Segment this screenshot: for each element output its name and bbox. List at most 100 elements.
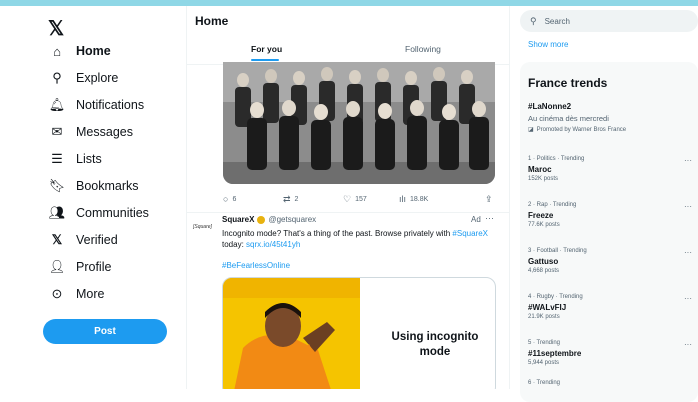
nav-label-home: Home <box>76 44 111 58</box>
trend-item[interactable]: 5 · Trending #11septembre 5,944 posts ··… <box>528 340 694 366</box>
reply-count: 6 <box>232 195 237 203</box>
nav-item-verified[interactable]: 𝕏 Verified <box>48 229 118 251</box>
nav-item-notifications[interactable]: 🔔︎ Notifications <box>48 94 144 116</box>
post-button[interactable]: Post <box>43 319 167 344</box>
views-button[interactable]: ılı 18.8K <box>399 194 428 204</box>
nav-item-messages[interactable]: ✉ Messages <box>48 121 133 143</box>
view-count: 18.8K <box>410 195 429 203</box>
nav-label-profile: Profile <box>76 260 112 274</box>
x-logo-icon[interactable]: 𝕏 <box>48 16 64 41</box>
author-name[interactable]: SquareX <box>222 215 254 224</box>
verified-badge-icon <box>257 215 266 224</box>
bell-icon: 🔔︎ <box>48 97 66 112</box>
trend-name: Gattuso <box>528 257 559 266</box>
page-title: Home <box>195 14 229 28</box>
reply-icon: ○ <box>223 194 229 204</box>
tab-following[interactable]: Following <box>405 44 441 54</box>
trend-item[interactable]: 2 · Rap · Trending Freeze 77.6K posts ··… <box>528 202 694 228</box>
tweet-text: Incognito mode? That's a thing of the pa… <box>222 228 492 250</box>
repost-button[interactable]: ⇄ 2 <box>283 194 298 205</box>
trends-panel: France trends #LaNonne2 Au cinéma dès me… <box>520 62 698 402</box>
trend-posts: 77.6K posts <box>528 222 560 228</box>
trend-name: #WALvFIJ <box>528 303 567 312</box>
timeline: Home For you Following ○ 6 ⇄ 2 ♡ 157 ılı… <box>186 6 510 389</box>
envelope-icon: ✉ <box>51 124 63 139</box>
tweet-text-part2: today: <box>222 240 247 249</box>
heart-icon: ♡ <box>343 194 352 204</box>
author-handle[interactable]: @getsquarex <box>268 215 316 224</box>
promoted-trend-tag[interactable]: #LaNonne2 <box>528 102 571 111</box>
trend-meta: 2 · Rap · Trending <box>528 202 577 208</box>
more-options-icon[interactable]: ··· <box>684 156 692 165</box>
views-icon: ılı <box>399 194 407 204</box>
trend-posts: 5,944 posts <box>528 360 560 366</box>
tweet-text-part1: Incognito mode? That's a thing of the pa… <box>222 229 453 238</box>
repost-icon: ⇄ <box>283 194 291 204</box>
nav-label-explore: Explore <box>76 71 119 85</box>
avatar[interactable]: [Square] <box>193 224 212 230</box>
search-icon: ⚲ <box>530 15 537 26</box>
trend-item[interactable]: 3 · Football · Trending Gattuso 4,668 po… <box>528 248 694 274</box>
promoted-icon: ◪ <box>528 127 534 133</box>
nav-label-bookmarks: Bookmarks <box>76 179 139 193</box>
search-placeholder: Search <box>544 16 570 26</box>
list-icon: ☰ <box>51 151 63 166</box>
more-circle-icon: ⊙ <box>51 286 63 301</box>
ad-label: Ad <box>471 215 481 224</box>
search-input[interactable]: ⚲ Search <box>520 10 698 32</box>
trend-posts: 152K posts <box>528 176 559 182</box>
trend-meta: 6 · Trending <box>528 380 561 386</box>
promoted-by-text: Promoted by Warner Bros France <box>536 126 627 133</box>
more-options-icon[interactable]: ··· <box>684 202 692 211</box>
share-icon: ⇪ <box>485 194 493 204</box>
trend-name: Maroc <box>528 165 552 174</box>
group-photo-image <box>223 62 495 184</box>
meme-image <box>223 278 360 389</box>
person-icon: 👤︎ <box>48 259 66 274</box>
more-options-icon[interactable]: ··· <box>485 213 494 223</box>
nav-item-lists[interactable]: ☰ Lists <box>48 148 102 170</box>
bookmark-icon: 🔖︎ <box>48 178 66 193</box>
nav-item-explore[interactable]: ⚲ Explore <box>48 67 118 89</box>
tweet-photo[interactable] <box>223 62 495 184</box>
trend-meta: 3 · Football · Trending <box>528 248 587 254</box>
nav-label-messages: Messages <box>76 125 133 139</box>
nav-item-more[interactable]: ⊙ More <box>48 283 105 305</box>
nav-item-communities[interactable]: 👥︎ Communities <box>48 202 149 224</box>
nav-item-bookmarks[interactable]: 🔖︎ Bookmarks <box>48 175 139 197</box>
trend-meta: 5 · Trending <box>528 340 561 346</box>
trend-item[interactable]: 4 · Rugby · Trending #WALvFIJ 21.9K post… <box>528 294 694 320</box>
more-options-icon[interactable]: ··· <box>684 294 692 303</box>
like-count: 157 <box>355 196 367 203</box>
ad-media-card[interactable]: Using incognito mode <box>222 277 496 389</box>
x-logo-icon: 𝕏 <box>51 232 63 247</box>
show-more-link[interactable]: Show more <box>528 40 568 49</box>
meme-caption: Using incognito mode <box>391 331 479 358</box>
trend-item[interactable]: 6 · Trending <box>528 380 694 389</box>
people-icon: 👥︎ <box>48 205 66 220</box>
nav-label-notifications: Notifications <box>76 98 145 112</box>
share-button[interactable]: ⇪ <box>485 194 497 205</box>
mention-link[interactable]: #SquareX <box>452 229 488 238</box>
nav-item-home[interactable]: ⌂ Home <box>48 40 111 62</box>
nav-label-more: More <box>76 287 105 301</box>
meme-figure-image <box>223 278 360 389</box>
trend-meta: 4 · Rugby · Trending <box>528 294 583 300</box>
hashtag-link[interactable]: #BeFearlessOnline <box>222 261 290 270</box>
trend-posts: 21.9K posts <box>528 314 560 320</box>
tab-for-you[interactable]: For you <box>251 44 282 54</box>
ad-tweet-header: SquareX @getsquarex <box>222 215 316 224</box>
like-button[interactable]: ♡ 157 <box>343 194 367 205</box>
trend-name: #11septembre <box>528 349 582 358</box>
trend-posts: 4,668 posts <box>528 268 560 274</box>
nav-label-communities: Communities <box>76 206 149 220</box>
right-sidebar: ⚲ Search Show more France trends #LaNonn… <box>508 6 698 402</box>
trend-name: Freeze <box>528 211 554 220</box>
more-options-icon[interactable]: ··· <box>684 248 692 257</box>
reply-button[interactable]: ○ 6 <box>223 194 236 204</box>
nav-item-profile[interactable]: 👤︎ Profile <box>48 256 112 278</box>
url-link[interactable]: sqrx.io/45t41yh <box>246 240 300 249</box>
search-icon: ⚲ <box>52 70 62 85</box>
trend-item[interactable]: 1 · Politics · Trending Maroc 152K posts… <box>528 156 694 182</box>
more-options-icon[interactable]: ··· <box>684 340 692 349</box>
